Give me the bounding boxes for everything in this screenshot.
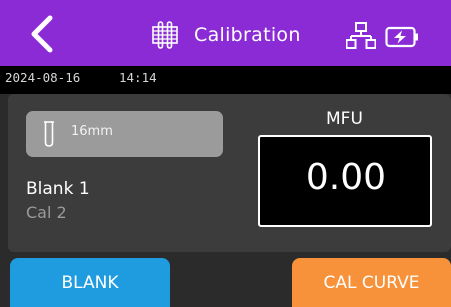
back-button[interactable]	[24, 12, 64, 56]
reading-display: 0.00	[258, 135, 432, 227]
status-time: 14:14	[119, 70, 157, 85]
page-title: Calibration	[194, 24, 301, 46]
test-tube-icon	[44, 121, 54, 147]
reading-unit-label: MFU	[326, 109, 363, 129]
tube-size-label: 16mm	[71, 124, 113, 139]
blank-button[interactable]: BLANK	[10, 258, 170, 307]
page-title-group: Calibration	[152, 18, 301, 52]
header-bar: Calibration	[0, 0, 451, 66]
next-standard-label: Cal 2	[26, 203, 67, 222]
status-bar: 2024-08-16 14:14	[0, 66, 451, 94]
network-icon	[346, 22, 376, 49]
tube-size-selector[interactable]: 16mm	[26, 111, 223, 157]
battery-charging-icon	[385, 26, 418, 48]
cal-curve-button[interactable]: CAL CURVE	[292, 258, 451, 307]
chevron-left-icon	[31, 15, 53, 53]
reading-value: 0.00	[305, 157, 386, 198]
current-standard-label: Blank 1	[26, 179, 90, 199]
status-date: 2024-08-16	[5, 70, 81, 85]
sample-rack-icon	[152, 21, 178, 49]
